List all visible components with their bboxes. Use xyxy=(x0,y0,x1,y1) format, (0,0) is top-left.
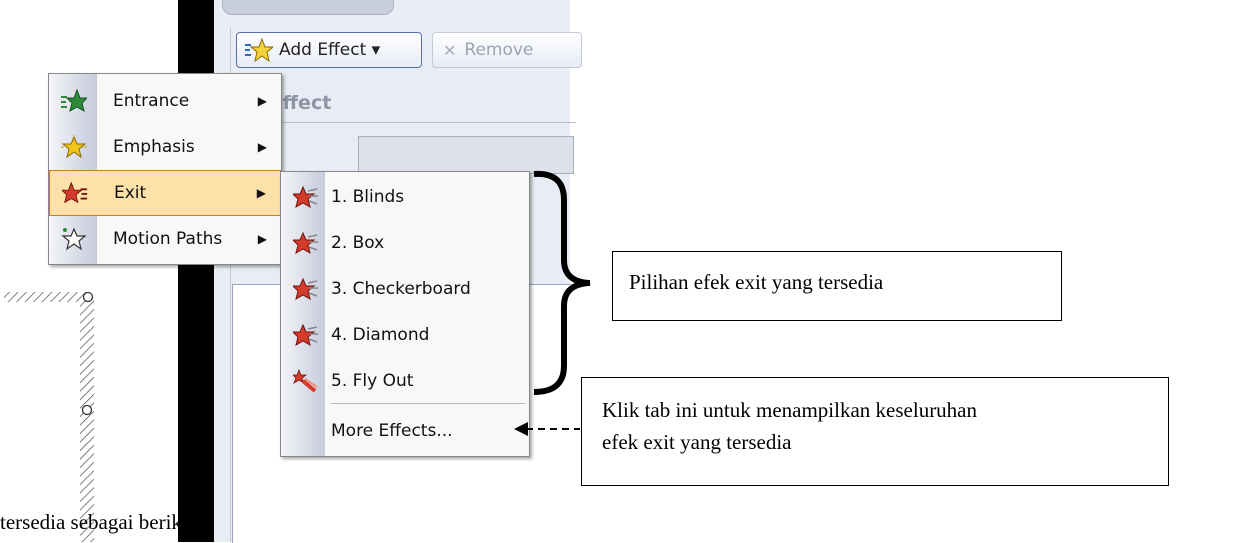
submenu-arrow-icon: ▶ xyxy=(257,232,267,246)
add-effect-button[interactable]: Add Effect ▾ xyxy=(236,32,422,68)
exit-effect-blinds[interactable]: 1. Blinds xyxy=(281,174,529,220)
start-dropdown[interactable] xyxy=(358,136,574,174)
submenu-arrow-icon: ▶ xyxy=(257,94,267,108)
exit-effect-star-icon xyxy=(293,322,319,348)
menu-item-label: 2. Box xyxy=(331,233,385,253)
note-text-line2: efek exit yang tersedia xyxy=(602,430,792,454)
add-effect-menu: Entrance ▶ Emphasis ▶ Exit ▶ Motion Path… xyxy=(48,73,282,265)
menu-item-label: 4. Diamond xyxy=(331,325,430,345)
submenu-arrow-icon: ▶ xyxy=(257,140,267,154)
note-text-line1: Klik tab ini untuk menampilkan keseluruh… xyxy=(602,398,978,422)
note-text: Pilihan efek exit yang tersedia xyxy=(629,270,884,294)
exit-effect-checkerboard[interactable]: 3. Checkerboard xyxy=(281,266,529,312)
menu-item-label: Motion Paths xyxy=(113,229,223,249)
menu-item-label: Emphasis xyxy=(113,137,195,157)
dashed-arrow xyxy=(514,422,580,436)
menu-item-emphasis[interactable]: Emphasis ▶ xyxy=(49,124,281,170)
menu-item-label: More Effects... xyxy=(331,421,453,441)
submenu-arrow-icon: ▶ xyxy=(256,186,266,200)
remove-label: Remove xyxy=(464,40,534,60)
menu-item-entrance[interactable]: Entrance ▶ xyxy=(49,78,281,124)
heading-divider xyxy=(236,122,576,123)
entrance-star-icon xyxy=(61,88,87,114)
exit-effect-diamond[interactable]: 4. Diamond xyxy=(281,312,529,358)
document-text: tersedia sebagai berikut : xyxy=(0,510,210,534)
menu-item-exit[interactable]: Exit ▶ xyxy=(49,170,281,216)
menu-item-label: 1. Blinds xyxy=(331,187,405,207)
exit-effect-fly-out[interactable]: 5. Fly Out xyxy=(281,358,529,404)
remove-icon: ✕ xyxy=(443,40,457,60)
exit-effect-star-icon xyxy=(293,184,319,210)
exit-effect-box[interactable]: 2. Box xyxy=(281,220,529,266)
pane-tab[interactable] xyxy=(222,0,394,15)
menu-item-label: Exit xyxy=(114,183,147,203)
menu-separator xyxy=(331,403,525,404)
exit-effects-note: Pilihan efek exit yang tersedia xyxy=(612,251,1062,321)
motion-path-star-icon xyxy=(61,226,87,252)
exit-effect-star-icon xyxy=(293,230,319,256)
emphasis-star-icon xyxy=(61,134,87,160)
curly-brace xyxy=(533,170,591,395)
more-effects-item[interactable]: More Effects... xyxy=(281,408,529,454)
more-effects-note: Klik tab ini untuk menampilkan keseluruh… xyxy=(581,377,1169,486)
exit-star-icon xyxy=(62,180,88,206)
exit-effect-star-icon xyxy=(293,276,319,302)
remove-button[interactable]: ✕ Remove xyxy=(432,32,582,68)
menu-item-label: 5. Fly Out xyxy=(331,371,414,391)
fly-out-star-icon xyxy=(293,368,319,394)
menu-item-label: Entrance xyxy=(113,91,190,111)
add-effect-label: Add Effect ▾ xyxy=(279,40,381,60)
exit-submenu: 1. Blinds 2. Box 3. Checkerboard 4. Diam… xyxy=(280,171,530,457)
menu-item-motion-paths[interactable]: Motion Paths ▶ xyxy=(49,216,281,262)
hatched-shape xyxy=(4,291,94,542)
menu-item-label: 3. Checkerboard xyxy=(331,279,471,299)
add-effect-star-icon xyxy=(245,37,273,63)
